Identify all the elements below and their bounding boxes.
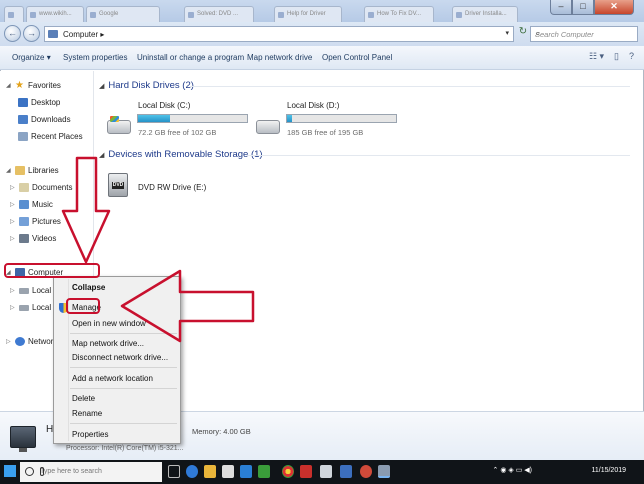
taskbar: Type here to search ⌃ ◉ ◈ ▭ ◀) 11/15/201… [0, 460, 644, 484]
app-icon[interactable] [340, 465, 352, 478]
app-icon[interactable] [258, 465, 270, 478]
cortana-icon [25, 467, 34, 476]
microphone-icon[interactable] [40, 467, 44, 476]
arrow-down-annotation [61, 156, 111, 264]
app-icon[interactable] [300, 465, 312, 478]
arrow-left-annotation [120, 269, 255, 343]
tray-chevron-up-icon[interactable]: ⌃ ◉ ◈ ▭ ◀) [493, 466, 532, 474]
mail-icon[interactable] [240, 465, 252, 478]
annotation-arrows [61, 156, 255, 343]
taskbar-search-input[interactable]: Type here to search [20, 462, 162, 482]
edge-icon[interactable] [186, 465, 198, 478]
app-icon[interactable] [360, 465, 372, 478]
file-explorer-icon[interactable] [204, 465, 216, 478]
task-view-icon[interactable] [168, 465, 180, 478]
store-icon[interactable] [222, 465, 234, 478]
chrome-icon[interactable] [282, 465, 294, 478]
windows-start-icon[interactable] [4, 465, 16, 477]
explorer-window-icon[interactable] [378, 465, 390, 478]
settings-icon[interactable] [320, 465, 332, 478]
taskbar-clock[interactable]: 11/15/2019 [591, 467, 626, 474]
